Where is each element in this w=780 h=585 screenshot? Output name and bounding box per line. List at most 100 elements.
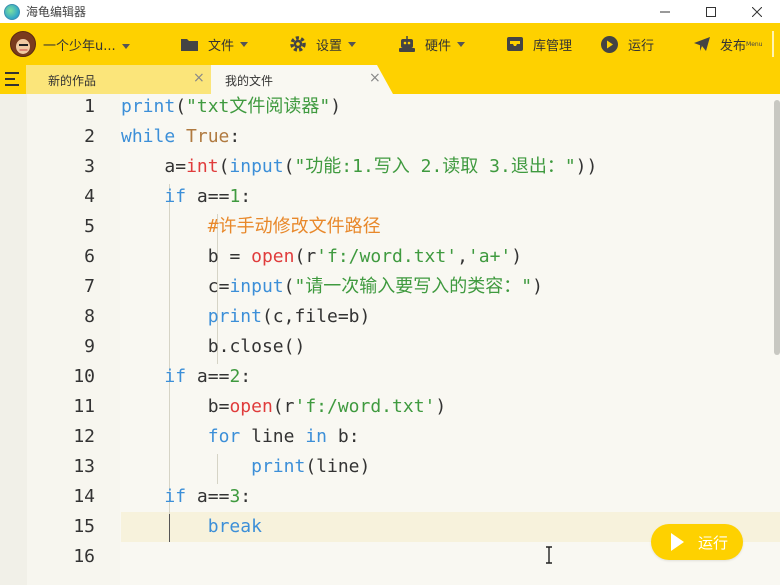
code-token: a — [196, 486, 208, 507]
run-button[interactable]: 运行 — [651, 524, 743, 560]
run-menu-label: 运行 — [628, 38, 655, 54]
close-tab-icon[interactable]: × — [193, 70, 205, 86]
code-editor[interactable]: 1 print("txt文件阅读器") 2 while True: 3 a=int(in… — [0, 94, 780, 585]
code-line[interactable]: 2 while True: — [0, 122, 770, 152]
code-line[interactable]: 3 a=int(input("功能:1.写入 2.读取 3.退出：")) — [0, 152, 770, 182]
publish-button[interactable]: 发布 Menu — [693, 23, 763, 65]
inbox-icon — [507, 37, 523, 51]
user-name: 一个少年u... — [43, 38, 116, 54]
code-token: ( — [283, 276, 295, 297]
code-token: : — [240, 186, 252, 207]
code-token: : — [240, 486, 252, 507]
code-string: 'f:/word.txt' — [316, 246, 458, 267]
code-token: ) — [294, 336, 306, 357]
code-line[interactable]: 11 b=open(r'f:/word.txt') — [0, 392, 770, 422]
code-text: for line in b: — [121, 422, 360, 452]
run-menu-button[interactable]: 运行 — [600, 23, 654, 65]
line-number: 8 — [84, 306, 95, 327]
mouse-ibeam-cursor-icon — [546, 546, 552, 564]
code-token: = — [218, 366, 230, 387]
code-token: ) — [330, 96, 342, 117]
code-token: print — [251, 456, 306, 477]
code-token: b — [207, 246, 219, 267]
code-token: = — [207, 366, 219, 387]
code-line[interactable]: 1 print("txt文件阅读器") — [0, 92, 770, 122]
maximize-button[interactable] — [688, 0, 734, 23]
user-avatar[interactable] — [10, 31, 36, 57]
code-string: 'a+' — [467, 246, 512, 267]
hamburger-menu-icon[interactable] — [5, 72, 21, 86]
hardware-menu[interactable]: 硬件 — [398, 23, 466, 65]
window-title: 海龟编辑器 — [26, 5, 87, 19]
code-line[interactable]: 13 print(line) — [0, 452, 770, 482]
line-number: 9 — [84, 336, 95, 357]
close-tab-icon[interactable]: × — [369, 70, 381, 86]
code-line[interactable]: 8 print(c,file=b) — [0, 302, 770, 332]
chevron-down-icon — [240, 41, 249, 47]
play-icon — [671, 533, 684, 551]
tab-my-file[interactable]: 我的文件 × — [211, 65, 393, 94]
user-menu[interactable]: 一个少年u... — [43, 35, 130, 54]
tab-bar: 新的作品 × 我的文件 × — [0, 65, 780, 94]
code-token: ) — [532, 276, 543, 297]
code-line[interactable]: 14 if a==3: — [0, 482, 770, 512]
library-manager-button[interactable]: 库管理 — [506, 23, 572, 65]
code-token: : — [348, 426, 360, 447]
code-line[interactable]: 4 if a==1: — [0, 182, 770, 212]
chevron-down-icon — [457, 41, 466, 47]
code-token: = — [207, 486, 219, 507]
folder-icon — [181, 38, 198, 51]
line-number: 13 — [73, 456, 95, 477]
code-line[interactable]: 12 for line in b: — [0, 422, 770, 452]
close-icon — [752, 6, 762, 17]
vertical-scrollbar[interactable] — [774, 100, 780, 355]
close-button[interactable] — [734, 0, 780, 23]
file-menu[interactable]: 文件 — [180, 23, 249, 65]
code-token: ) — [359, 306, 371, 327]
code-token: ( — [175, 96, 187, 117]
code-token: ( — [218, 156, 230, 177]
code-token: input — [229, 156, 284, 177]
code-token: open — [229, 396, 273, 417]
code-line[interactable]: 6 b = open(r'f:/word.txt','a+') — [0, 242, 770, 272]
settings-menu[interactable]: 设置 — [289, 23, 357, 65]
code-text: a=int(input("功能:1.写入 2.读取 3.退出：")) — [121, 152, 597, 182]
code-token: = — [218, 186, 230, 207]
line-number: 3 — [84, 156, 95, 177]
minimize-button[interactable] — [642, 0, 688, 23]
code-token: = — [337, 306, 349, 327]
tab-new-work[interactable]: 新的作品 × — [26, 65, 211, 94]
code-token: ) — [586, 156, 598, 177]
code-line[interactable]: 10 if a==2: — [0, 362, 770, 392]
code-token: if — [164, 186, 187, 207]
chevron-down-icon — [348, 41, 357, 47]
code-token: = — [218, 396, 230, 417]
code-line[interactable]: 5 #许手动修改文件路径 — [0, 212, 770, 242]
code-line[interactable]: 9 b.close() — [0, 332, 770, 362]
line-number: 16 — [73, 546, 95, 567]
code-line[interactable]: 7 c=input("请一次输入要写入的类容：") — [0, 272, 770, 302]
